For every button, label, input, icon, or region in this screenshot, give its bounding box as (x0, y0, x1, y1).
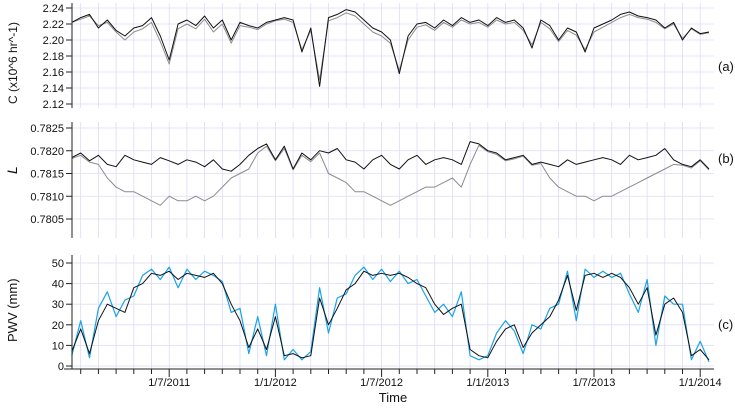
y-tick-label: 10 (52, 340, 64, 352)
x-tick-label: 1/1/2012 (254, 377, 297, 389)
chart-figure: 2.12 2.14 2.16 2.18 2.20 2.22 2.24 0.7805 0.7810… (4, 3, 734, 405)
x-tick-label: 1/1/2013 (466, 377, 509, 389)
y-tick-label: 20 (52, 320, 64, 332)
x-tick-label: 1/1/2014 (679, 377, 722, 389)
y-tick-label: 2.24 (43, 3, 64, 15)
y-axis-title-c: C (x10^6 hr^-1) (6, 22, 20, 104)
y-tick-label: 2.22 (43, 19, 64, 31)
series-pwv-smoothed (71, 270, 710, 361)
y-tick-label: 50 (52, 258, 64, 270)
y-tick-label: 2.14 (43, 83, 64, 95)
y-tick-label: 2.18 (43, 51, 64, 63)
y-tick-label: 0.7820 (30, 146, 64, 158)
series-layer (71, 9, 710, 363)
y-tick-label: 0.7815 (30, 169, 64, 181)
panel-c-label: (c) (718, 317, 733, 332)
y-tick-label: 30 (52, 299, 64, 311)
x-tick-label: 1/7/2012 (360, 377, 403, 389)
y-tick-label: 0.7805 (30, 214, 64, 226)
series-black (71, 141, 710, 172)
series-pwv-raw (71, 266, 710, 363)
y-tick-label: 2.20 (43, 35, 64, 47)
y-tick-label: 0.7810 (30, 191, 64, 203)
x-tick-label: 1/7/2013 (573, 377, 616, 389)
y-axis-title-pwv: PWV (mm) (5, 278, 20, 342)
y-tick-label: 2.16 (43, 67, 64, 79)
x-axis-title: Time (379, 390, 407, 405)
series-grey (71, 12, 710, 81)
y-axis-title-l: L (4, 166, 20, 174)
panel-b-label: (b) (718, 151, 734, 166)
y-tick-label: 2.12 (43, 99, 64, 111)
y-tick-label: 0 (58, 361, 64, 373)
y-tick-label: 40 (52, 279, 64, 291)
x-tick-label: 1/7/2011 (148, 377, 190, 389)
panel-a-label: (a) (718, 59, 734, 74)
y-tick-label: 0.7825 (30, 123, 64, 135)
